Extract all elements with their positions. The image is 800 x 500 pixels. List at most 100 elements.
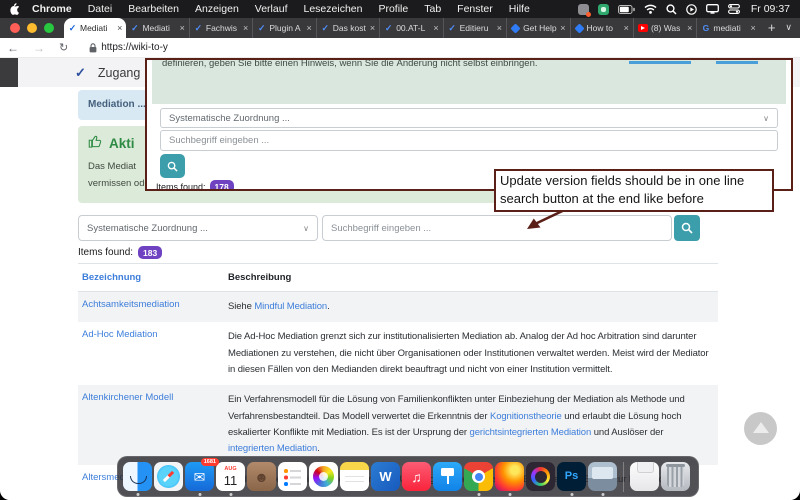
dock-item-reminders[interactable] [278, 462, 307, 491]
tab-close-icon[interactable]: × [370, 23, 375, 33]
column-header-bezeichnung[interactable]: Bezeichnung [78, 272, 228, 283]
action-box-title: Akti [109, 136, 135, 151]
dock-item-contacts[interactable]: ☻ [247, 462, 276, 491]
menu-item-anzeigen[interactable]: Anzeigen [187, 3, 247, 15]
arrow-up-icon [753, 422, 769, 433]
firefox-icon [495, 462, 524, 491]
dock-item-trash[interactable] [661, 462, 690, 491]
browser-tab[interactable]: mediati× [696, 18, 759, 38]
dock-item-mail[interactable]: ✉1681 [185, 462, 214, 491]
menu-item-verlauf[interactable]: Verlauf [247, 3, 296, 15]
dock-item-screenshot[interactable] [588, 462, 617, 491]
browser-tab[interactable]: Das kost× [316, 18, 379, 38]
search-button[interactable] [674, 215, 700, 241]
menu-item-lesezeichen[interactable]: Lesezeichen [296, 3, 371, 15]
blueapp-favicon-icon [510, 23, 520, 33]
tab-close-icon[interactable]: × [624, 23, 629, 33]
tab-close-icon[interactable]: × [117, 23, 122, 33]
term-description: Die Ad-Hoc Mediation grenzt sich zur ins… [228, 329, 714, 378]
dock-item-music[interactable]: ♫ [402, 462, 431, 491]
menu-item-chrome[interactable]: Chrome [24, 3, 80, 15]
category-select[interactable]: Systematische Zuordnung ... ∨ [78, 215, 318, 241]
browser-tab[interactable]: Fachwis× [189, 18, 252, 38]
term-link[interactable]: Achtsamkeitsmediation [82, 299, 180, 310]
dock-item-photoshop[interactable]: Ps [557, 462, 586, 491]
forward-button[interactable]: → [26, 41, 52, 55]
tab-search-chevron-icon[interactable]: ∨ [783, 22, 800, 38]
battery-icon[interactable] [618, 5, 635, 14]
dock-item-word[interactable]: W [371, 462, 400, 491]
dock-item-finder[interactable] [123, 462, 152, 491]
dock-item-files[interactable] [630, 462, 659, 491]
address-bar-url[interactable]: https://wiki-to-y [101, 42, 168, 53]
tab-close-icon[interactable]: × [306, 23, 311, 33]
tab-close-icon[interactable]: × [433, 23, 438, 33]
tab-close-icon[interactable]: × [180, 23, 185, 33]
browser-tab[interactable]: Mediati× [64, 18, 126, 38]
browser-tab[interactable]: Get Help× [506, 18, 569, 38]
menu-clock[interactable]: Fr 09:37 [751, 3, 790, 15]
inset-search-button [160, 154, 185, 178]
dock-item-adobecc[interactable] [526, 462, 555, 491]
menu-item-hilfe[interactable]: Hilfe [501, 3, 538, 15]
display-icon[interactable] [706, 4, 719, 14]
back-button[interactable]: ← [0, 41, 26, 55]
apple-logo-icon[interactable] [10, 3, 20, 15]
music-glyph: ♫ [411, 470, 422, 484]
tab-close-icon[interactable]: × [560, 23, 565, 33]
column-header-beschreibung: Beschreibung [228, 272, 291, 283]
maximize-window-button[interactable] [44, 23, 54, 33]
search-input-placeholder: Suchbegriff eingeben ... [331, 223, 431, 234]
dock-item-safari[interactable] [154, 462, 183, 491]
close-window-button[interactable] [10, 23, 20, 33]
dock-item-photos[interactable] [309, 462, 338, 491]
wifi-icon[interactable] [644, 4, 657, 14]
items-found-row: Items found: 183 [78, 246, 162, 259]
table-row: AchtsamkeitsmediationSiehe Mindful Media… [78, 292, 718, 322]
window-controls [0, 23, 64, 38]
macos-dock: ✉1681AUG11☻ W ♫ Ps [117, 456, 699, 497]
inline-link[interactable]: Kognitionstheorie [490, 411, 562, 422]
menu-item-profile[interactable]: Profile [370, 3, 416, 15]
new-tab-button[interactable]: + [760, 20, 784, 38]
menu-item-tab[interactable]: Tab [416, 3, 449, 15]
dock-item-firefox[interactable] [495, 462, 524, 491]
reload-button[interactable]: ↻ [52, 41, 75, 54]
dock-item-keynote[interactable] [433, 462, 462, 491]
browser-tab[interactable]: How to× [570, 18, 633, 38]
dock-item-calendar[interactable]: AUG11 [216, 462, 245, 491]
menu-item-datei[interactable]: Datei [80, 3, 121, 15]
dock-item-notes[interactable] [340, 462, 369, 491]
tab-close-icon[interactable]: × [497, 23, 502, 33]
browser-tab[interactable]: Editieru× [443, 18, 506, 38]
menu-item-fenster[interactable]: Fenster [449, 3, 501, 15]
tab-close-icon[interactable]: × [751, 23, 756, 33]
term-description: Ein Verfahrensmodell für die Lösung von … [228, 392, 714, 457]
browser-tab[interactable]: 00.AT-L× [379, 18, 442, 38]
term-link[interactable]: Altenkirchener Modell [82, 392, 173, 403]
minimize-window-button[interactable] [27, 23, 37, 33]
spotlight-search-icon[interactable] [666, 4, 677, 15]
inline-link[interactable]: Mindful Mediation [254, 301, 327, 312]
browser-tab[interactable]: Mediati× [126, 18, 188, 38]
inline-link[interactable]: integrierten Mediation [228, 443, 317, 454]
term-link[interactable]: Ad-Hoc Mediation [82, 329, 158, 340]
dock-item-chrome[interactable] [464, 462, 493, 491]
scroll-to-top-button[interactable] [744, 412, 777, 445]
menu-item-bearbeiten[interactable]: Bearbeiten [120, 3, 187, 15]
search-input[interactable]: Suchbegriff eingeben ... [322, 215, 672, 241]
play-circle-icon[interactable] [686, 4, 697, 15]
status-app-badge-icon[interactable] [578, 4, 589, 15]
running-indicator-dot [136, 493, 139, 496]
annotation-line2: search button at the end like before [500, 190, 768, 208]
trash-icon [661, 462, 690, 491]
browser-window: Mediati×Mediati×Fachwis×Plugin A×Das kos… [0, 18, 800, 500]
control-center-icon[interactable] [728, 4, 740, 14]
tab-close-icon[interactable]: × [687, 23, 692, 33]
status-green-app-icon[interactable] [598, 4, 609, 15]
contacts-icon: ☻ [247, 462, 276, 491]
browser-tab[interactable]: (8) Was× [633, 18, 696, 38]
inline-link[interactable]: gerichtsintegrierten Mediation [470, 427, 592, 438]
tab-close-icon[interactable]: × [243, 23, 248, 33]
browser-tab[interactable]: Plugin A× [252, 18, 315, 38]
